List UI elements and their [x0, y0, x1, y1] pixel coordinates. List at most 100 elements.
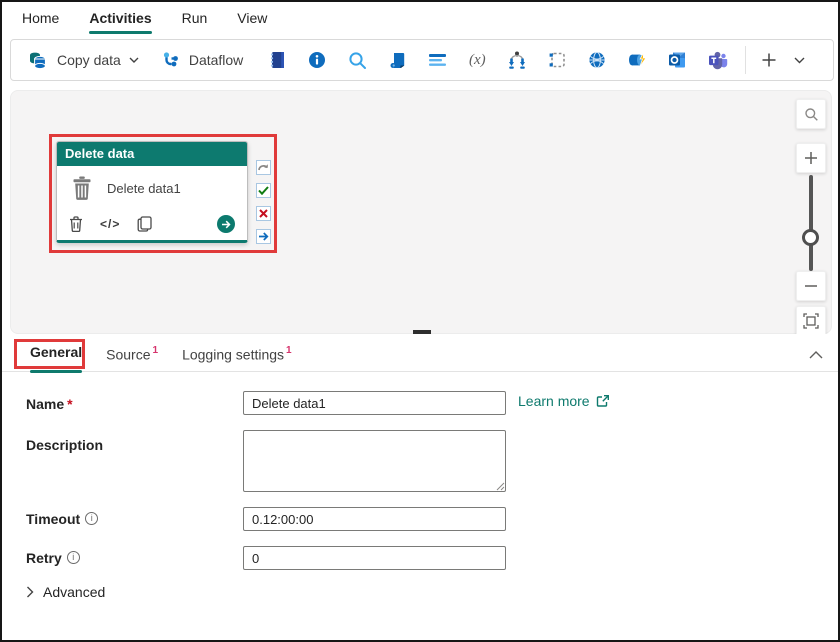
search-icon — [804, 107, 819, 122]
copy-data-icon — [27, 50, 49, 70]
pipeline-canvas[interactable]: Delete data Delete data1 — [10, 90, 832, 334]
tab-source[interactable]: Source1 — [106, 334, 158, 372]
more-activities-button[interactable] — [784, 43, 814, 77]
port-skip[interactable] — [256, 160, 271, 175]
menu-run[interactable]: Run — [182, 2, 208, 36]
port-on-success[interactable] — [256, 183, 271, 198]
add-activity-button[interactable] — [754, 43, 784, 77]
switch-button[interactable] — [497, 43, 537, 77]
zoom-slider-track[interactable] — [809, 175, 813, 271]
port-on-completion[interactable] — [256, 229, 271, 244]
fit-to-screen-icon — [803, 313, 819, 329]
learn-more-link[interactable]: Learn more — [518, 393, 610, 409]
foreach-icon — [547, 50, 567, 70]
code-icon: </> — [100, 217, 120, 231]
activities-toolbar: Copy data Dataflow — [10, 39, 834, 81]
script-icon — [387, 50, 407, 70]
zoom-slider-handle[interactable] — [802, 229, 819, 246]
switch-icon — [506, 50, 528, 71]
info-button[interactable] — [297, 43, 337, 77]
fit-to-screen-button[interactable] — [796, 306, 826, 336]
required-marker: * — [67, 396, 72, 412]
retry-label: Retryi — [26, 550, 80, 567]
learn-more-label: Learn more — [518, 393, 590, 409]
collapse-panel-button[interactable] — [807, 345, 825, 364]
menu-view[interactable]: View — [237, 2, 267, 36]
menu-activities[interactable]: Activities — [89, 2, 151, 36]
set-variable-icon: (x) — [469, 52, 486, 69]
teams-button[interactable] — [697, 43, 737, 77]
chevron-up-icon — [809, 351, 823, 359]
activity-node-actions: </> — [57, 210, 247, 238]
canvas-zoom-controls — [796, 99, 826, 337]
name-label: Name* — [26, 396, 73, 412]
outlook-icon — [667, 50, 687, 70]
clone-activity-button[interactable] — [137, 216, 152, 232]
azure-function-icon — [626, 50, 648, 70]
search-icon — [347, 50, 368, 71]
name-input[interactable] — [243, 391, 506, 415]
port-on-fail[interactable] — [256, 206, 271, 221]
pipeline-editor-window: Home Activities Run View Copy data Dataf… — [0, 0, 840, 642]
tab-source-badge: 1 — [153, 345, 159, 356]
delete-activity-icon — [72, 176, 92, 200]
globe-icon — [587, 50, 607, 70]
copy-data-button[interactable]: Copy data — [21, 46, 145, 74]
dataflow-button[interactable]: Dataflow — [155, 46, 249, 74]
settings-panel: General Source1 Logging settings1 Name* … — [2, 334, 838, 640]
set-variable-button[interactable]: (x) — [457, 43, 497, 77]
retry-input[interactable] — [243, 546, 506, 570]
chevron-down-icon — [794, 57, 805, 64]
tab-general[interactable]: General — [30, 334, 82, 372]
info-icon — [307, 50, 327, 70]
arrow-right-icon — [258, 232, 269, 241]
notebook-button[interactable] — [257, 43, 297, 77]
copy-data-label: Copy data — [57, 52, 121, 68]
search-activity-button[interactable] — [337, 43, 377, 77]
activity-node-title: Delete data — [57, 142, 247, 166]
panel-resize-grip[interactable] — [413, 330, 431, 334]
lookup-icon — [427, 51, 448, 69]
chevron-right-icon — [26, 586, 34, 598]
menu-home[interactable]: Home — [22, 2, 59, 36]
azure-function-button[interactable] — [617, 43, 657, 77]
description-label: Description — [26, 437, 103, 453]
advanced-expander[interactable]: Advanced — [26, 584, 105, 600]
go-to-settings-button[interactable] — [217, 215, 235, 233]
zoom-in-button[interactable] — [796, 143, 826, 173]
description-textarea[interactable] — [243, 430, 506, 492]
check-icon — [258, 186, 269, 195]
script-button[interactable] — [377, 43, 417, 77]
toolbar-divider — [745, 46, 746, 74]
delete-data-activity-node[interactable]: Delete data Delete data1 — [56, 141, 248, 243]
foreach-button[interactable] — [537, 43, 577, 77]
delete-activity-button[interactable] — [69, 216, 83, 232]
timeout-input[interactable] — [243, 507, 506, 531]
activity-name-text: Delete data1 — [107, 181, 181, 196]
info-icon: i — [85, 512, 98, 525]
web-button[interactable] — [577, 43, 617, 77]
view-code-button[interactable]: </> — [100, 217, 120, 231]
tab-logging-label: Logging settings — [182, 346, 284, 362]
info-icon: i — [67, 551, 80, 564]
tab-logging-badge: 1 — [286, 345, 292, 356]
skip-arrow-icon — [258, 163, 269, 172]
dataflow-icon — [161, 50, 181, 70]
copy-icon — [137, 216, 152, 232]
plus-icon — [804, 151, 818, 165]
canvas-search-button[interactable] — [796, 99, 826, 129]
chevron-down-icon — [129, 57, 139, 63]
trash-icon — [69, 216, 83, 232]
arrow-right-icon — [221, 220, 231, 229]
plus-icon — [761, 52, 777, 68]
outlook-button[interactable] — [657, 43, 697, 77]
lookup-button[interactable] — [417, 43, 457, 77]
zoom-out-button[interactable] — [796, 271, 826, 301]
activity-node-body: Delete data1 — [57, 166, 247, 210]
settings-tabs: General Source1 Logging settings1 — [2, 334, 838, 372]
external-link-icon — [596, 394, 610, 408]
notebook-icon — [267, 50, 287, 70]
tab-logging-settings[interactable]: Logging settings1 — [182, 334, 292, 372]
advanced-label: Advanced — [43, 584, 105, 600]
timeout-label: Timeouti — [26, 511, 98, 528]
